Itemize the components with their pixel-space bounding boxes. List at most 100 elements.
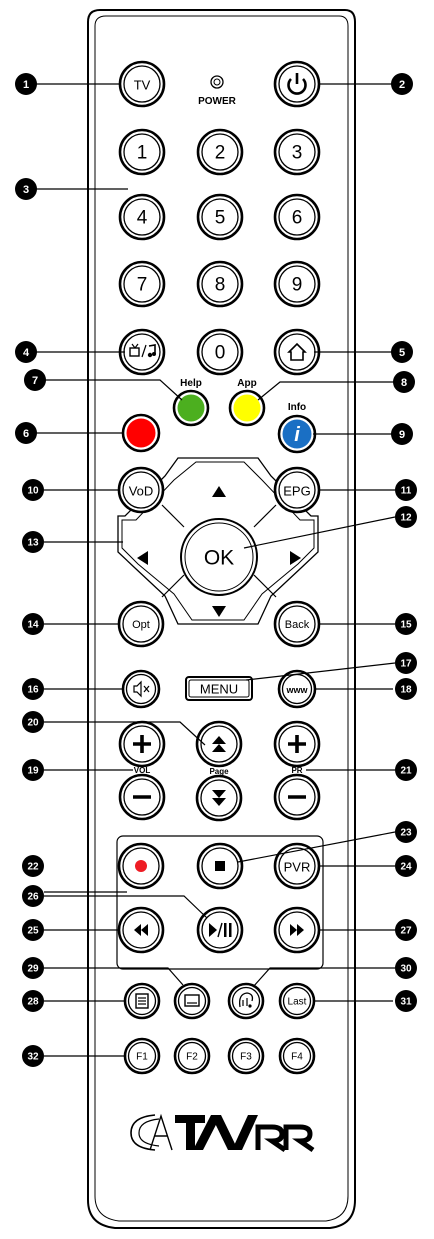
vod-button-label: VoD xyxy=(129,484,154,499)
callout-20: 20 xyxy=(22,711,44,733)
callout-8: 8 xyxy=(393,371,415,393)
green-help-button[interactable] xyxy=(172,389,210,427)
last-button-label: Last xyxy=(288,997,307,1008)
svg-text:8: 8 xyxy=(401,377,407,389)
number-8-label: 8 xyxy=(215,275,226,296)
svg-text:29: 29 xyxy=(27,964,39,975)
f4-button[interactable]: F4 xyxy=(278,1037,316,1075)
red-button[interactable] xyxy=(121,413,161,453)
f1-button[interactable]: F1 xyxy=(123,1037,161,1075)
number-3-label: 3 xyxy=(292,143,303,164)
svg-text:17: 17 xyxy=(400,659,412,670)
f2-button[interactable]: F2 xyxy=(173,1037,211,1075)
vod-button[interactable]: VoD xyxy=(117,466,165,514)
last-button[interactable]: Last xyxy=(278,982,316,1020)
opt-button[interactable]: Opt xyxy=(117,600,165,648)
svg-text:32: 32 xyxy=(27,1052,39,1063)
menu-button-label: MENU xyxy=(200,682,238,697)
program-up-button[interactable] xyxy=(273,720,321,768)
svg-text:30: 30 xyxy=(400,964,412,975)
subtitle-button[interactable] xyxy=(173,982,211,1020)
number-6-label: 6 xyxy=(292,208,303,229)
callout-2: 2 xyxy=(391,73,413,95)
number-8-button[interactable]: 8 xyxy=(196,260,244,308)
vol-label: VOL xyxy=(134,766,151,775)
callout-21: 21 xyxy=(395,759,417,781)
svg-text:9: 9 xyxy=(399,429,405,441)
callout-14: 14 xyxy=(22,613,44,635)
opt-button-label: Opt xyxy=(132,619,150,631)
number-2-button[interactable]: 2 xyxy=(196,128,244,176)
number-5-button[interactable]: 5 xyxy=(196,193,244,241)
rewind-button[interactable] xyxy=(117,906,165,954)
callout-9: 9 xyxy=(391,423,413,445)
yellow-app-button[interactable] xyxy=(228,389,266,427)
help-label: Help xyxy=(180,378,202,389)
number-6-button[interactable]: 6 xyxy=(273,193,321,241)
play-pause-button[interactable] xyxy=(196,906,244,954)
svg-text:14: 14 xyxy=(27,620,39,631)
svg-text:19: 19 xyxy=(27,766,39,777)
number-1-button[interactable]: 1 xyxy=(118,128,166,176)
menu-button[interactable]: MENU xyxy=(185,676,253,701)
fast-forward-button[interactable] xyxy=(273,906,321,954)
callout-13: 13 xyxy=(22,531,44,553)
home-button[interactable] xyxy=(273,328,321,376)
number-3-button[interactable]: 3 xyxy=(273,128,321,176)
number-2-label: 2 xyxy=(215,143,226,164)
svg-text:4: 4 xyxy=(23,347,30,359)
page-down-button[interactable] xyxy=(195,774,243,822)
callout-12: 12 xyxy=(395,506,417,528)
power-button[interactable] xyxy=(273,60,321,108)
svg-text:15: 15 xyxy=(400,620,412,631)
volume-down-button[interactable] xyxy=(118,773,166,821)
svg-text:28: 28 xyxy=(27,997,39,1008)
svg-text:24: 24 xyxy=(400,862,412,873)
number-9-label: 9 xyxy=(292,275,303,296)
callout-3: 3 xyxy=(15,178,37,200)
f3-button[interactable]: F3 xyxy=(227,1037,265,1075)
callout-16: 16 xyxy=(22,678,44,700)
number-9-button[interactable]: 9 xyxy=(273,260,321,308)
svg-text:1: 1 xyxy=(23,79,29,91)
tv-radio-button[interactable] xyxy=(118,328,166,376)
www-button[interactable]: www xyxy=(277,669,317,709)
record-icon xyxy=(135,860,147,872)
teletext-button[interactable] xyxy=(123,982,161,1020)
blue-info-button[interactable]: i xyxy=(277,414,317,454)
ok-button[interactable]: OK xyxy=(180,518,258,596)
volume-up-button[interactable] xyxy=(118,720,166,768)
svg-text:2: 2 xyxy=(399,79,405,91)
stop-icon xyxy=(215,861,225,871)
ok-button-label: OK xyxy=(204,547,234,570)
info-label: Info xyxy=(288,402,306,413)
svg-text:25: 25 xyxy=(27,926,39,937)
svg-text:20: 20 xyxy=(27,718,39,729)
audio-button[interactable] xyxy=(227,982,265,1020)
f2-button-label: F2 xyxy=(186,1052,198,1063)
program-down-button[interactable] xyxy=(273,773,321,821)
tv-button[interactable]: TV xyxy=(118,60,166,108)
epg-button[interactable]: EPG xyxy=(273,466,321,514)
record-button[interactable] xyxy=(117,842,165,890)
mute-button[interactable] xyxy=(121,669,161,709)
svg-text:5: 5 xyxy=(399,347,405,359)
callout-32: 32 xyxy=(22,1045,44,1067)
callout-28: 28 xyxy=(22,990,44,1012)
number-0-button[interactable]: 0 xyxy=(196,328,244,376)
callout-29: 29 xyxy=(22,957,44,979)
callout-26: 26 xyxy=(22,885,44,907)
stop-button[interactable] xyxy=(196,842,244,890)
svg-text:23: 23 xyxy=(400,828,412,839)
number-4-button[interactable]: 4 xyxy=(118,193,166,241)
callout-1: 1 xyxy=(15,73,37,95)
page-label: Page xyxy=(209,767,229,776)
www-button-label: www xyxy=(285,685,308,695)
app-label: App xyxy=(237,378,256,389)
back-button[interactable]: Back xyxy=(273,600,321,648)
svg-text:22: 22 xyxy=(27,862,39,873)
tv-button-label: TV xyxy=(134,78,151,93)
number-7-button[interactable]: 7 xyxy=(118,260,166,308)
svg-text:16: 16 xyxy=(27,685,39,696)
f3-button-label: F3 xyxy=(240,1052,252,1063)
